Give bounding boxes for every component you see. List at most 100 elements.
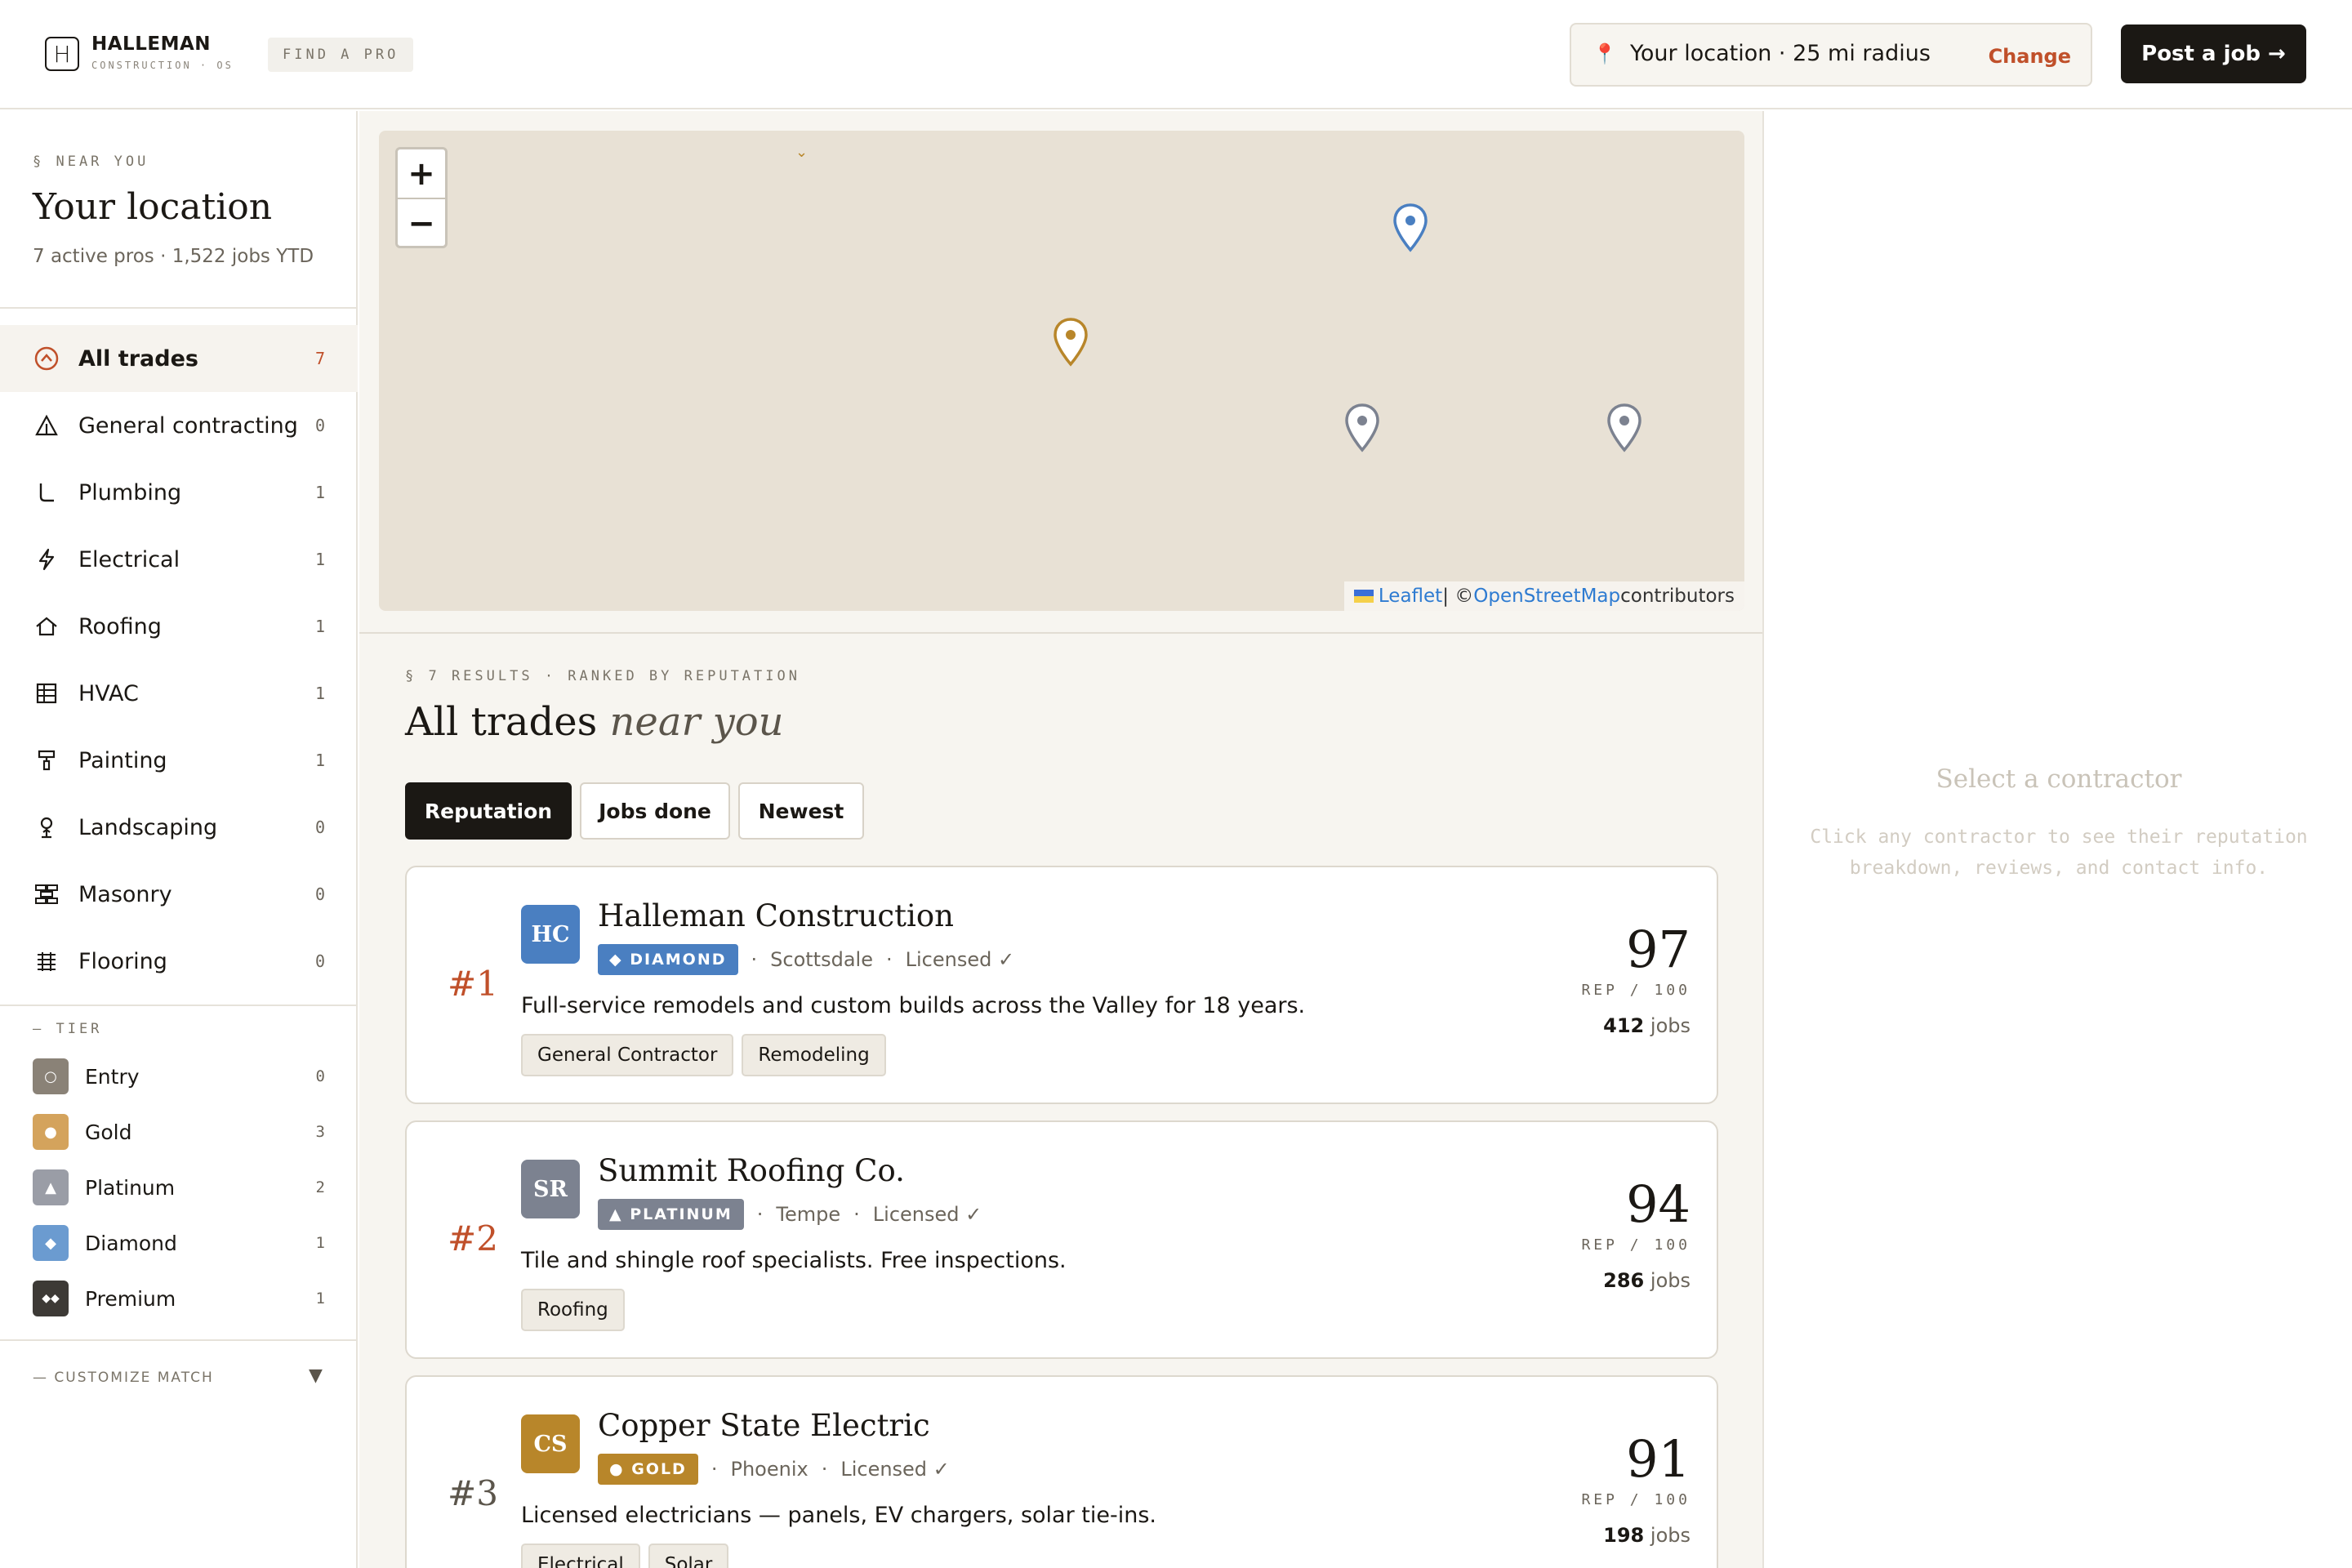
brand-name[interactable]: HALLEMAN [91, 33, 211, 55]
tier-item-entry[interactable]: ○ Entry 0 [0, 1052, 358, 1101]
reputation-label: REP / 100 [1581, 982, 1690, 999]
contractor-name[interactable]: Summit Roofing Co. [598, 1153, 905, 1188]
contractor-description: Tile and shingle roof specialists. Free … [521, 1248, 1067, 1273]
map-marker-diamond-icon[interactable] [1392, 203, 1429, 253]
sort-newest-button[interactable]: Newest [738, 782, 864, 840]
change-location-button[interactable]: Change [1989, 45, 2071, 68]
contractor-name[interactable]: Halleman Construction [598, 898, 954, 933]
flooring-icon [33, 947, 60, 975]
tier-section-label: — TIER [33, 1021, 103, 1037]
tier-item-gold[interactable]: ● Gold 3 [0, 1107, 358, 1156]
licensed-status: Licensed ✓ [840, 1458, 950, 1481]
trade-count: 1 [314, 684, 325, 703]
sidebar-section-label: § NEAR YOU [33, 154, 149, 170]
jobs-label: jobs [1650, 1014, 1690, 1037]
trade-label: All trades [78, 345, 198, 372]
leaflet-link[interactable]: Leaflet [1379, 586, 1442, 607]
tier-item-premium[interactable]: ◆◆ Premium 1 [0, 1274, 358, 1323]
detail-empty-description: Click any contractor to see their reputa… [1810, 826, 2308, 879]
separator: · [751, 948, 758, 971]
zoom-in-button[interactable]: + [398, 149, 445, 198]
plumbing-icon [33, 479, 60, 506]
divider [359, 632, 1762, 634]
contractor-name[interactable]: Copper State Electric [598, 1408, 930, 1443]
trade-item-landscaping[interactable]: Landscaping 0 [0, 794, 358, 861]
trade-count: 7 [314, 349, 325, 368]
map-view[interactable]: ⌄ + − Leaflet | © OpenStreetMap contribu… [379, 131, 1744, 611]
avatar: HC [521, 905, 580, 964]
trade-label: General contracting [78, 412, 298, 439]
location-pin-icon: 📍 [1592, 42, 1617, 65]
trade-item-plumbing[interactable]: Plumbing 1 [0, 459, 358, 526]
tier-count: 0 [315, 1067, 325, 1085]
reputation-score: 91 [1626, 1429, 1690, 1489]
divider [0, 1004, 358, 1006]
tier-item-platinum[interactable]: ▲ Platinum 2 [0, 1163, 358, 1212]
contractor-rank: #2 [448, 1218, 498, 1258]
tier-badge: ◆ DIAMOND [598, 944, 738, 975]
jobs-number: 286 [1603, 1269, 1645, 1292]
divider [0, 1339, 358, 1341]
trade-count: 1 [314, 550, 325, 569]
trade-label: Landscaping [78, 814, 218, 840]
contractor-card[interactable]: #3 CS Copper State Electric ● GOLD · Pho… [405, 1375, 1718, 1568]
location-text: Your location · 25 mi radius [1630, 41, 1931, 66]
trade-label: Electrical [78, 546, 180, 572]
contractor-tags: General Contractor Remodeling [521, 1034, 894, 1076]
trade-item-flooring[interactable]: Flooring 0 [0, 928, 358, 995]
separator: · [710, 1458, 718, 1481]
trade-item-masonry[interactable]: Masonry 0 [0, 861, 358, 928]
tier-label: Entry [85, 1064, 140, 1089]
jobs-count: 286 jobs [1603, 1269, 1690, 1292]
trade-item-all-trades[interactable]: All trades 7 [0, 325, 358, 392]
contractor-rank: #1 [448, 964, 498, 1004]
separator: · [853, 1203, 860, 1226]
openstreetmap-link[interactable]: OpenStreetMap [1473, 586, 1620, 607]
tier-item-diamond[interactable]: ◆ Diamond 1 [0, 1218, 358, 1267]
paint-roller-icon [33, 746, 60, 774]
tier-count: 2 [315, 1178, 325, 1196]
map-marker-platinum-icon[interactable] [1606, 403, 1643, 453]
customize-match-toggle[interactable]: — CUSTOMIZE MATCH [33, 1370, 214, 1386]
licensed-status: Licensed ✓ [905, 948, 1015, 971]
jobs-count: 198 jobs [1603, 1524, 1690, 1547]
brand-subtitle: CONSTRUCTION · OS [91, 60, 234, 71]
trade-item-roofing[interactable]: Roofing 1 [0, 593, 358, 660]
zoom-out-button[interactable]: − [398, 199, 445, 247]
results-title-main: All trades [405, 699, 598, 745]
contractor-detail-panel: Select a contractor Click any contractor… [1766, 111, 2352, 1568]
sort-reputation-button[interactable]: Reputation [405, 782, 572, 840]
sort-jobs-done-button[interactable]: Jobs done [580, 782, 730, 840]
divider [0, 307, 358, 309]
trade-item-electrical[interactable]: Electrical 1 [0, 526, 358, 593]
contractor-meta: ▲ PLATINUM · Tempe · Licensed ✓ [598, 1199, 982, 1230]
separator: · [756, 1203, 764, 1226]
avatar: CS [521, 1414, 580, 1473]
tier-badge: ● GOLD [598, 1454, 698, 1485]
tier-entry-icon: ○ [33, 1058, 69, 1094]
tier-label: Premium [85, 1286, 176, 1311]
brand-logo-icon[interactable]: H [45, 37, 79, 71]
tier-diamond-icon: ◆ [33, 1225, 69, 1261]
tag-chip: Solar [648, 1544, 729, 1568]
jobs-number: 412 [1603, 1014, 1645, 1037]
trade-item-hvac[interactable]: HVAC 1 [0, 660, 358, 727]
tier-platinum-icon: ▲ [33, 1169, 69, 1205]
trade-count: 0 [314, 884, 325, 904]
trade-item-general-contracting[interactable]: General contracting 0 [0, 392, 358, 459]
contractor-meta: ● GOLD · Phoenix · Licensed ✓ [598, 1454, 950, 1485]
location-selector[interactable]: 📍 Your location · 25 mi radius Change [1570, 23, 2092, 87]
nav-find-a-pro[interactable]: FIND A PRO [268, 38, 414, 72]
contractor-card[interactable]: #1 HC Halleman Construction ◆ DIAMOND · … [405, 866, 1718, 1104]
chevron-down-icon[interactable]: ▼ [309, 1365, 323, 1386]
map-marker-gold-icon[interactable] [1052, 317, 1089, 368]
contractor-card[interactable]: #2 SR Summit Roofing Co. ▲ PLATINUM · Te… [405, 1120, 1718, 1359]
reputation-score: 94 [1626, 1174, 1690, 1234]
detail-empty-title: Select a contractor [1936, 764, 2182, 794]
tag-chip: Electrical [521, 1544, 640, 1568]
trade-count: 1 [314, 751, 325, 770]
post-job-button[interactable]: Post a job → [2121, 24, 2306, 83]
map-marker-platinum-icon[interactable] [1343, 403, 1381, 453]
trade-item-painting[interactable]: Painting 1 [0, 727, 358, 794]
trade-count: 1 [314, 483, 325, 502]
